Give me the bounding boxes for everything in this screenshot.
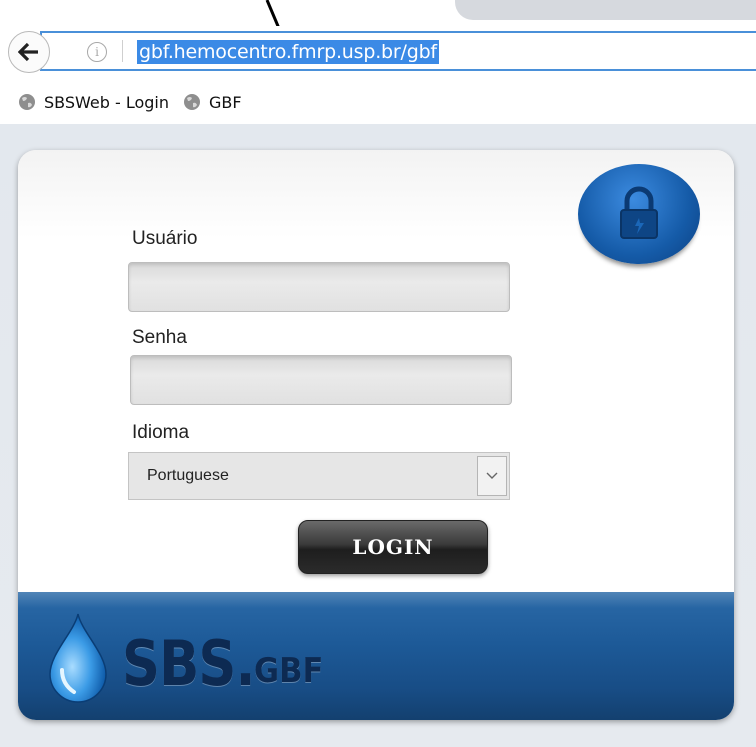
logo-suffix-text: GBF: [254, 651, 324, 691]
arrow-left-icon: [18, 42, 38, 62]
brand-footer: SBS. GBF: [18, 592, 734, 720]
chevron-down-icon: [486, 472, 498, 479]
language-select[interactable]: Portuguese: [128, 452, 510, 500]
padlock-icon: [578, 164, 700, 264]
bookmark-label: SBSWeb - Login: [44, 92, 169, 112]
login-form-area: Usuário Senha Idioma Portuguese LOGIN: [18, 150, 734, 592]
url-text[interactable]: gbf.hemocentro.fmrp.usp.br/gbf: [137, 40, 439, 64]
username-input[interactable]: [128, 262, 510, 312]
language-label: Idioma: [132, 422, 190, 443]
tab-strip: [0, 0, 756, 26]
water-drop-icon: [49, 613, 107, 703]
back-button[interactable]: [8, 31, 50, 73]
browser-tab[interactable]: [455, 0, 756, 20]
username-label: Usuário: [132, 228, 198, 249]
url-separator: [122, 40, 123, 62]
footer-shine: [18, 592, 734, 608]
bookmarks-bar: SBSWeb - Login GBF: [0, 80, 756, 124]
language-selected-value: Portuguese: [147, 467, 229, 484]
login-card: Usuário Senha Idioma Portuguese LOGIN SB…: [18, 150, 734, 720]
bookmark-label: GBF: [209, 92, 242, 112]
password-input[interactable]: [130, 355, 512, 405]
password-label: Senha: [132, 327, 187, 348]
login-button[interactable]: LOGIN: [298, 520, 488, 574]
globe-icon: [19, 94, 35, 110]
sbs-gbf-logo: SBS. GBF: [122, 627, 323, 700]
select-dropdown-button[interactable]: [477, 456, 507, 496]
globe-icon: [184, 94, 200, 110]
bookmark-sbsweb-login[interactable]: SBSWeb - Login: [18, 93, 169, 112]
bookmark-gbf[interactable]: GBF: [183, 93, 242, 112]
site-info-icon[interactable]: i: [87, 42, 107, 62]
logo-main-text: SBS.: [122, 627, 256, 700]
